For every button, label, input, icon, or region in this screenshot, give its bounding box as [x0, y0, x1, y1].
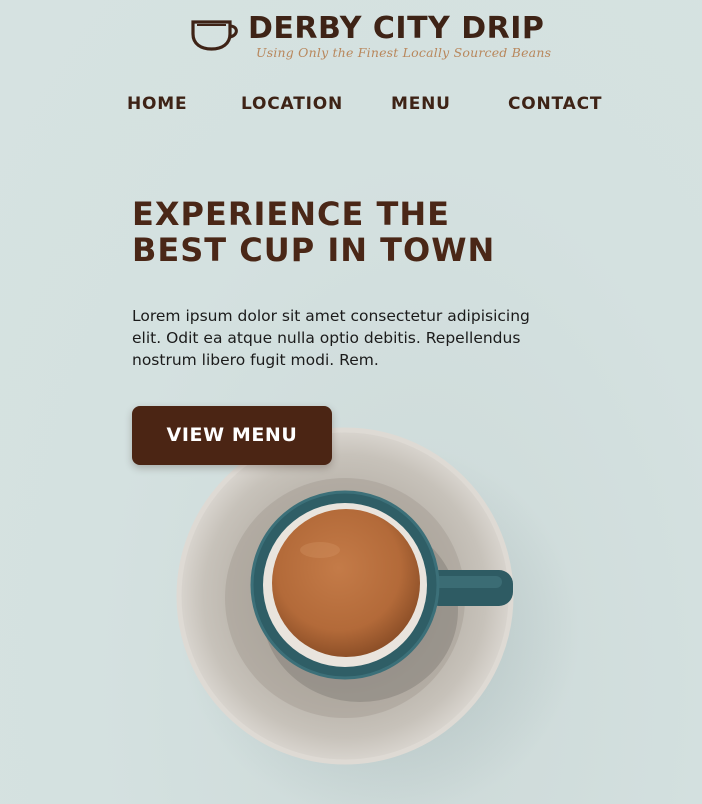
view-menu-button[interactable]: VIEW MENU — [132, 406, 332, 465]
main-nav: HOME LOCATION MENU CONTACT — [0, 92, 702, 116]
brand-tagline: Using Only the Finest Locally Sourced Be… — [256, 45, 552, 60]
nav-item-home[interactable]: HOME — [127, 92, 187, 116]
hero-body: Lorem ipsum dolor sit amet consectetur a… — [132, 307, 530, 369]
hero-title: EXPERIENCE THE BEST CUP IN TOWN — [132, 195, 496, 269]
coffee-cup-icon — [191, 20, 238, 51]
brand-name: DERBY CITY DRIP — [248, 11, 545, 46]
coffee-cup-image — [176, 427, 580, 804]
brand-header[interactable]: DERBY CITY DRIP Using Only the Finest Lo… — [190, 12, 551, 68]
landing-page: DERBY CITY DRIP Using Only the Finest Lo… — [0, 0, 702, 804]
nav-item-contact[interactable]: CONTACT — [508, 92, 602, 116]
nav-item-menu[interactable]: MENU — [391, 92, 451, 116]
nav-item-location[interactable]: LOCATION — [241, 92, 343, 116]
